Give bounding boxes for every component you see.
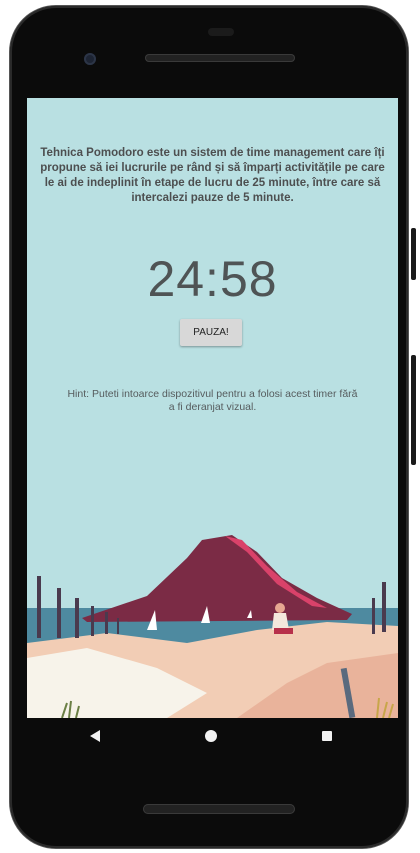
fence-post bbox=[117, 618, 119, 634]
beach-illustration bbox=[27, 535, 398, 718]
recents-square-icon[interactable] bbox=[322, 731, 332, 741]
fence-post bbox=[37, 576, 41, 638]
person-shorts bbox=[274, 628, 293, 634]
countdown-timer: 24:58 bbox=[147, 251, 278, 307]
fence-post bbox=[75, 598, 79, 638]
home-circle-icon[interactable] bbox=[205, 730, 217, 742]
earpiece-slot bbox=[208, 28, 234, 36]
pomodoro-description: Tehnica Pomodoro este un sistem de time … bbox=[40, 147, 385, 204]
fence-post bbox=[57, 588, 61, 638]
app-screen: Tehnica Pomodoro este un sistem de time … bbox=[27, 98, 398, 718]
android-navigation-bar bbox=[27, 718, 398, 758]
front-camera-icon bbox=[84, 53, 96, 65]
person-head bbox=[275, 603, 285, 613]
fence-post bbox=[91, 606, 94, 636]
fence-post bbox=[105, 612, 108, 634]
bottom-speaker-grille bbox=[143, 804, 295, 814]
back-triangle-icon[interactable] bbox=[90, 730, 100, 742]
volume-button bbox=[411, 228, 416, 280]
top-speaker-grille bbox=[145, 54, 295, 62]
pause-button[interactable]: PAUZA! bbox=[180, 319, 242, 346]
fence-post bbox=[382, 582, 386, 632]
power-button bbox=[411, 355, 416, 465]
rotate-hint: Hint: Puteti intoarce dispozitivul pentr… bbox=[67, 388, 358, 413]
mountain bbox=[82, 535, 352, 622]
fence-post bbox=[372, 598, 375, 634]
